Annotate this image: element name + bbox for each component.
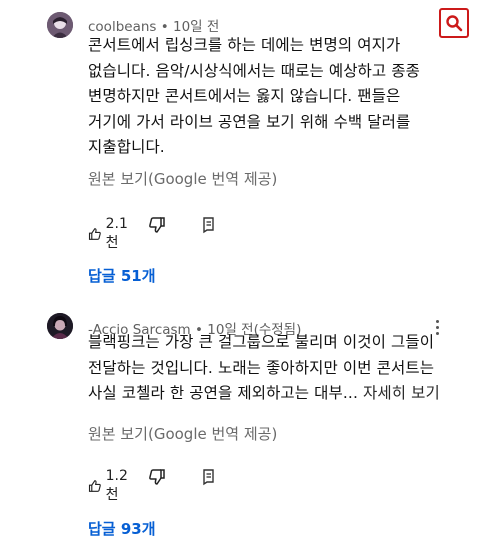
view-original-link[interactable]: 원본 보기(Google 번역 제공) (88, 168, 277, 189)
view-replies-link[interactable]: 답글 93개 (88, 518, 156, 539)
comment-line-with-more: 사실 코첼라 한 공연을 제외하고는 대부... 자세히 보기 (88, 381, 440, 407)
reply-button[interactable] (201, 468, 217, 486)
comment-line: 블랙핑크는 가장 큰 걸그룹으로 불리며 이것이 그들이 (88, 333, 435, 351)
dislike-button[interactable] (148, 216, 166, 234)
dislike-button[interactable] (148, 468, 166, 486)
like-button[interactable]: 2.1천 (88, 216, 132, 252)
comment-line: 사실 코첼라 한 공연을 제외하고는 대부... (88, 384, 358, 402)
like-button[interactable]: 1.2천 (88, 468, 132, 504)
comment-line: 거기에 가서 라이브 공연을 보기 위해 수백 달러를 (88, 112, 411, 131)
reply-icon (203, 469, 214, 486)
comment-text: 블랙핑크는 가장 큰 걸그룹으로 불리며 이것이 그들이 전달하는 것입니다. … (88, 330, 440, 407)
search-button[interactable] (439, 8, 469, 38)
view-original-link[interactable]: 원본 보기(Google 번역 제공) (88, 423, 277, 444)
comment-line: 콘서트에서 립싱크를 하는 데에는 변명의 여지가 (88, 36, 401, 54)
thumb-up-icon (88, 228, 101, 240)
avatar[interactable] (47, 313, 73, 339)
thumb-down-icon (149, 217, 165, 233)
reply-icon (203, 217, 214, 234)
read-more-link[interactable]: 자세히 보기 (363, 384, 440, 402)
comment-line: 변명하지만 콘서트에서는 옳지 않습니다. 팬들은 (88, 87, 401, 105)
comment-meta: coolbeans • 10일 전 (88, 19, 220, 35)
search-icon (446, 15, 463, 32)
reply-button[interactable] (201, 216, 217, 234)
comment-line: 없습니다. 음악/시상식에서는 때로는 예상하고 종종 (88, 61, 421, 80)
like-count: 2.1천 (105, 216, 128, 251)
thumb-down-icon (149, 469, 165, 485)
view-replies-link[interactable]: 답글 51개 (88, 265, 156, 286)
comment-line: 전달하는 것입니다. 노래는 좋아하지만 이번 콘서트는 (88, 358, 435, 377)
thumb-up-icon (88, 480, 101, 492)
comment-line: 지출합니다. (88, 138, 165, 156)
avatar[interactable] (47, 12, 73, 38)
like-count: 1.2천 (105, 468, 128, 503)
comment-text: 콘서트에서 립싱크를 하는 데에는 변명의 여지가 없습니다. 음악/시상식에서… (88, 33, 428, 161)
